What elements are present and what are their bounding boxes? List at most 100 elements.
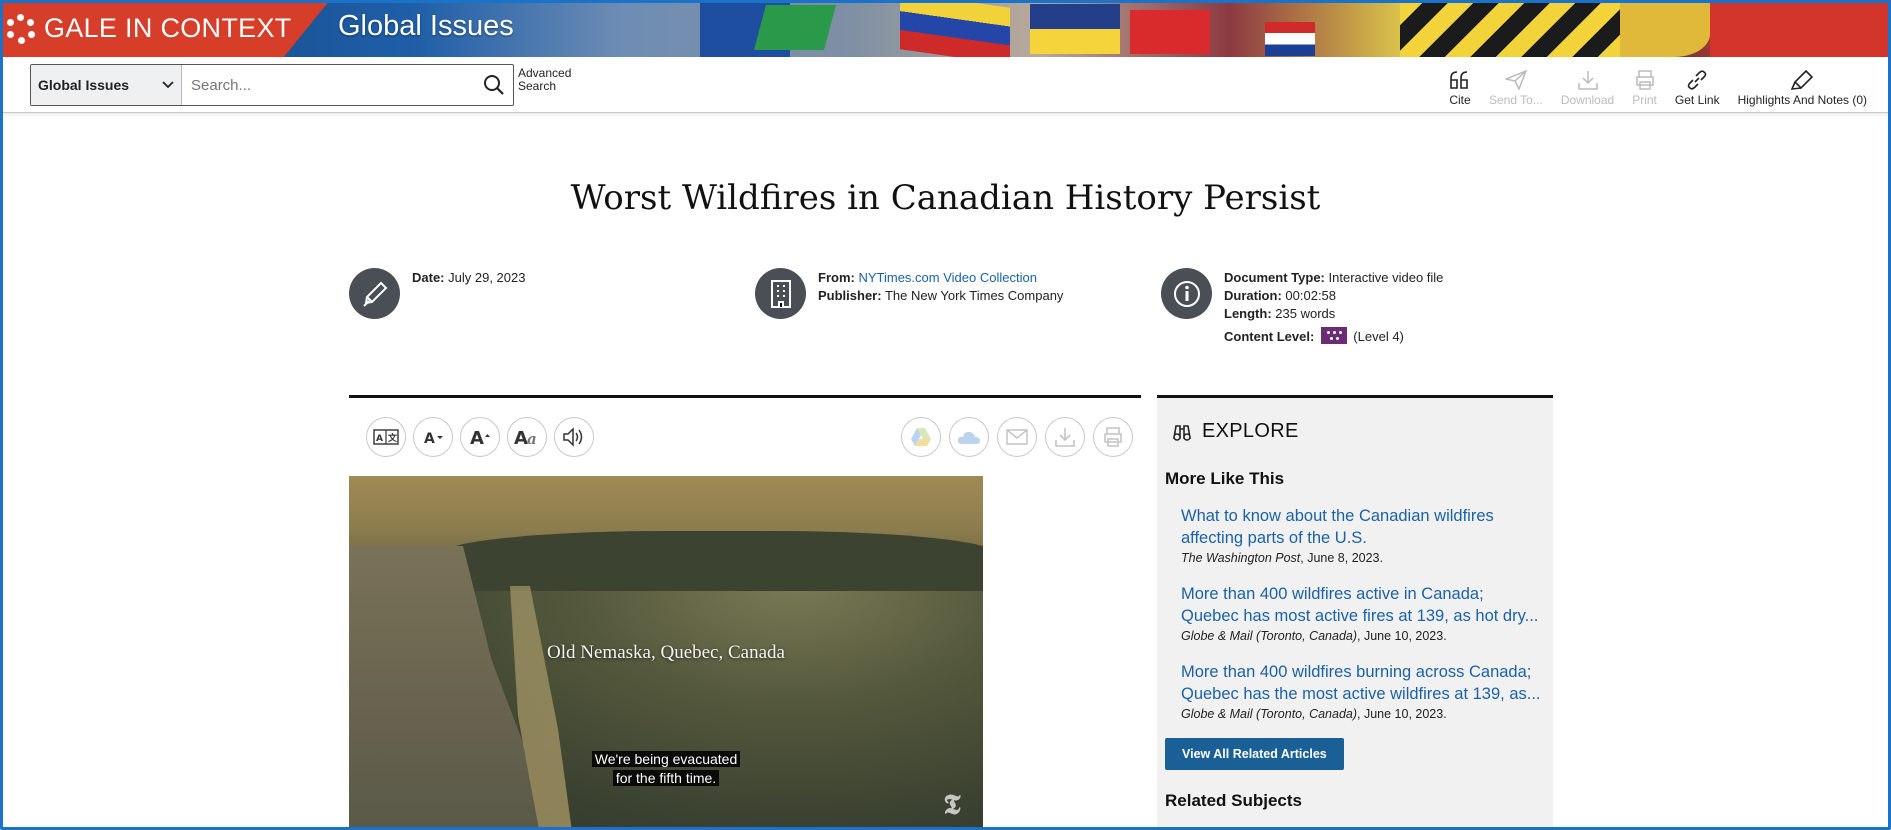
length-value: 235 words <box>1275 306 1336 321</box>
document-tools: Cite Send To... Download Print Get Link … <box>1431 57 1867 113</box>
content-level-badge-icon <box>1321 327 1348 344</box>
video-subtitle-line2: for the fifth time. <box>612 770 720 786</box>
listen-button[interactable] <box>554 417 594 457</box>
header-banner: GALE IN CONTEXT Global Issues <box>0 0 1891 57</box>
search-button[interactable] <box>475 65 513 105</box>
print-icon <box>1635 70 1654 90</box>
content-level-label: Content Level: <box>1224 329 1315 344</box>
date-value: July 29, 2023 <box>448 270 526 285</box>
info-icon <box>1161 268 1212 319</box>
search-box: Global Issues <box>30 64 514 106</box>
related-article: What to know about the Canadian wildfire… <box>1181 505 1545 565</box>
content-level-value: (Level 4) <box>1353 329 1404 344</box>
publisher-label: Publisher: <box>818 288 882 303</box>
article-title-line1: What to know about the Canadian wildfire… <box>1181 507 1494 525</box>
duration-value: 00:02:58 <box>1285 288 1337 303</box>
get-link-button[interactable]: Get Link <box>1675 57 1720 113</box>
video-player[interactable]: Old Nemaska, Quebec, Canada We're being … <box>349 476 983 830</box>
article-source: The Washington Post, June 8, 2023. <box>1181 551 1545 565</box>
explore-title: EXPLORE <box>1202 420 1299 442</box>
text-size-icon: A <box>470 428 490 447</box>
download-button[interactable]: Download <box>1561 57 1614 113</box>
google-drive-icon <box>911 428 931 446</box>
length-label: Length: <box>1224 306 1272 321</box>
more-like-this-heading: More Like This <box>1165 469 1285 488</box>
link-icon <box>1687 70 1707 90</box>
font-size-decrease-button[interactable]: A <box>413 417 453 457</box>
download-icon <box>1577 71 1598 90</box>
related-article-link[interactable]: More than 400 wildfires active in Canada… <box>1181 583 1545 627</box>
google-drive-button[interactable] <box>901 417 941 457</box>
duration-label: Duration: <box>1224 288 1282 303</box>
text-size-increase-button[interactable]: A <box>460 417 500 457</box>
from-link[interactable]: NYTimes.com Video Collection <box>858 270 1036 285</box>
send-to-button[interactable]: Send To... <box>1489 57 1543 113</box>
highlights-notes-label: Highlights And Notes (0) <box>1737 93 1867 107</box>
nyt-logo-icon: 𝕿 <box>943 788 961 821</box>
binoculars-icon <box>1173 424 1191 441</box>
onedrive-button[interactable] <box>949 417 989 457</box>
cite-button[interactable]: Cite <box>1449 57 1471 113</box>
flag-decoration <box>1620 0 1710 57</box>
chevron-down-icon <box>162 81 174 89</box>
download-label: Download <box>1560 93 1615 107</box>
article-title-line2: Quebec has the most active wildfires at … <box>1181 685 1541 703</box>
get-link-label: Get Link <box>1674 93 1720 107</box>
send-icon <box>1504 70 1527 90</box>
svg-text:a: a <box>527 430 537 447</box>
translate-icon: A文 <box>373 429 399 445</box>
related-article: More than 400 wildfires active in Canada… <box>1181 583 1545 643</box>
article-source-name: Globe & Mail (Toronto, Canada) <box>1181 707 1358 721</box>
flag-decoration <box>900 0 1010 57</box>
article-title-line1: More than 400 wildfires active in Canada… <box>1181 585 1484 603</box>
font-style-button[interactable]: Aa <box>507 417 547 457</box>
article-source: Globe & Mail (Toronto, Canada), June 10,… <box>1181 707 1545 721</box>
content-divider <box>349 395 1141 398</box>
related-article-link[interactable]: What to know about the Canadian wildfire… <box>1181 505 1545 549</box>
print-button[interactable]: Print <box>1632 57 1657 113</box>
building-icon <box>755 268 806 319</box>
download-share-button[interactable] <box>1045 417 1085 457</box>
article-date: , June 10, 2023. <box>1357 707 1447 721</box>
flag-decoration <box>1400 0 1620 57</box>
advanced-search-line2: Search <box>518 79 557 93</box>
highlighter-icon <box>1791 70 1814 90</box>
svg-text:文: 文 <box>387 432 398 444</box>
doctype-label: Document Type: <box>1224 270 1325 285</box>
onedrive-icon <box>957 431 980 444</box>
svg-text:A: A <box>470 428 484 447</box>
print-label: Print <box>1632 93 1657 107</box>
article-source: Globe & Mail (Toronto, Canada), June 10,… <box>1181 629 1545 643</box>
email-icon <box>1006 429 1028 445</box>
translate-button[interactable]: A文 <box>366 417 406 457</box>
gale-brand[interactable]: GALE IN CONTEXT <box>0 0 330 57</box>
cite-label: Cite <box>1449 93 1471 107</box>
flag-decoration <box>1030 4 1120 54</box>
related-article: More than 400 wildfires burning across C… <box>1181 661 1545 721</box>
explore-heading: EXPLORE <box>1172 420 1299 443</box>
advanced-search-link[interactable]: Advanced Search <box>518 67 571 93</box>
download-icon <box>1055 428 1075 447</box>
video-location-caption: Old Nemaska, Quebec, Canada <box>547 642 785 663</box>
from-label: From: <box>818 270 855 285</box>
gale-logo-icon <box>6 13 36 44</box>
highlights-notes-button[interactable]: Highlights And Notes (0) <box>1738 57 1867 113</box>
article-title-line1: More than 400 wildfires burning across C… <box>1181 663 1532 681</box>
view-all-related-button[interactable]: View All Related Articles <box>1165 738 1344 770</box>
email-button[interactable] <box>997 417 1037 457</box>
related-article-link[interactable]: More than 400 wildfires burning across C… <box>1181 661 1545 705</box>
video-subtitle-line1: We're being evacuated <box>591 751 741 767</box>
print-share-button[interactable] <box>1093 417 1133 457</box>
article-title-line2: Quebec has most active fires at 139, as … <box>1181 607 1539 625</box>
search-scope-select[interactable]: Global Issues <box>31 65 182 105</box>
search-scope-value: Global Issues <box>38 77 130 93</box>
article-title-line2: affecting parts of the U.S. <box>1181 529 1367 547</box>
doctype-value: Interactive video file <box>1328 270 1444 285</box>
reader-tools: A文 A A Aa <box>366 417 601 457</box>
product-title[interactable]: Global Issues <box>338 10 514 43</box>
send-to-label: Send To... <box>1489 93 1543 107</box>
video-forest <box>439 531 983 591</box>
search-input[interactable] <box>182 65 475 105</box>
related-subjects-heading: Related Subjects <box>1165 791 1302 810</box>
print-icon <box>1104 427 1122 447</box>
